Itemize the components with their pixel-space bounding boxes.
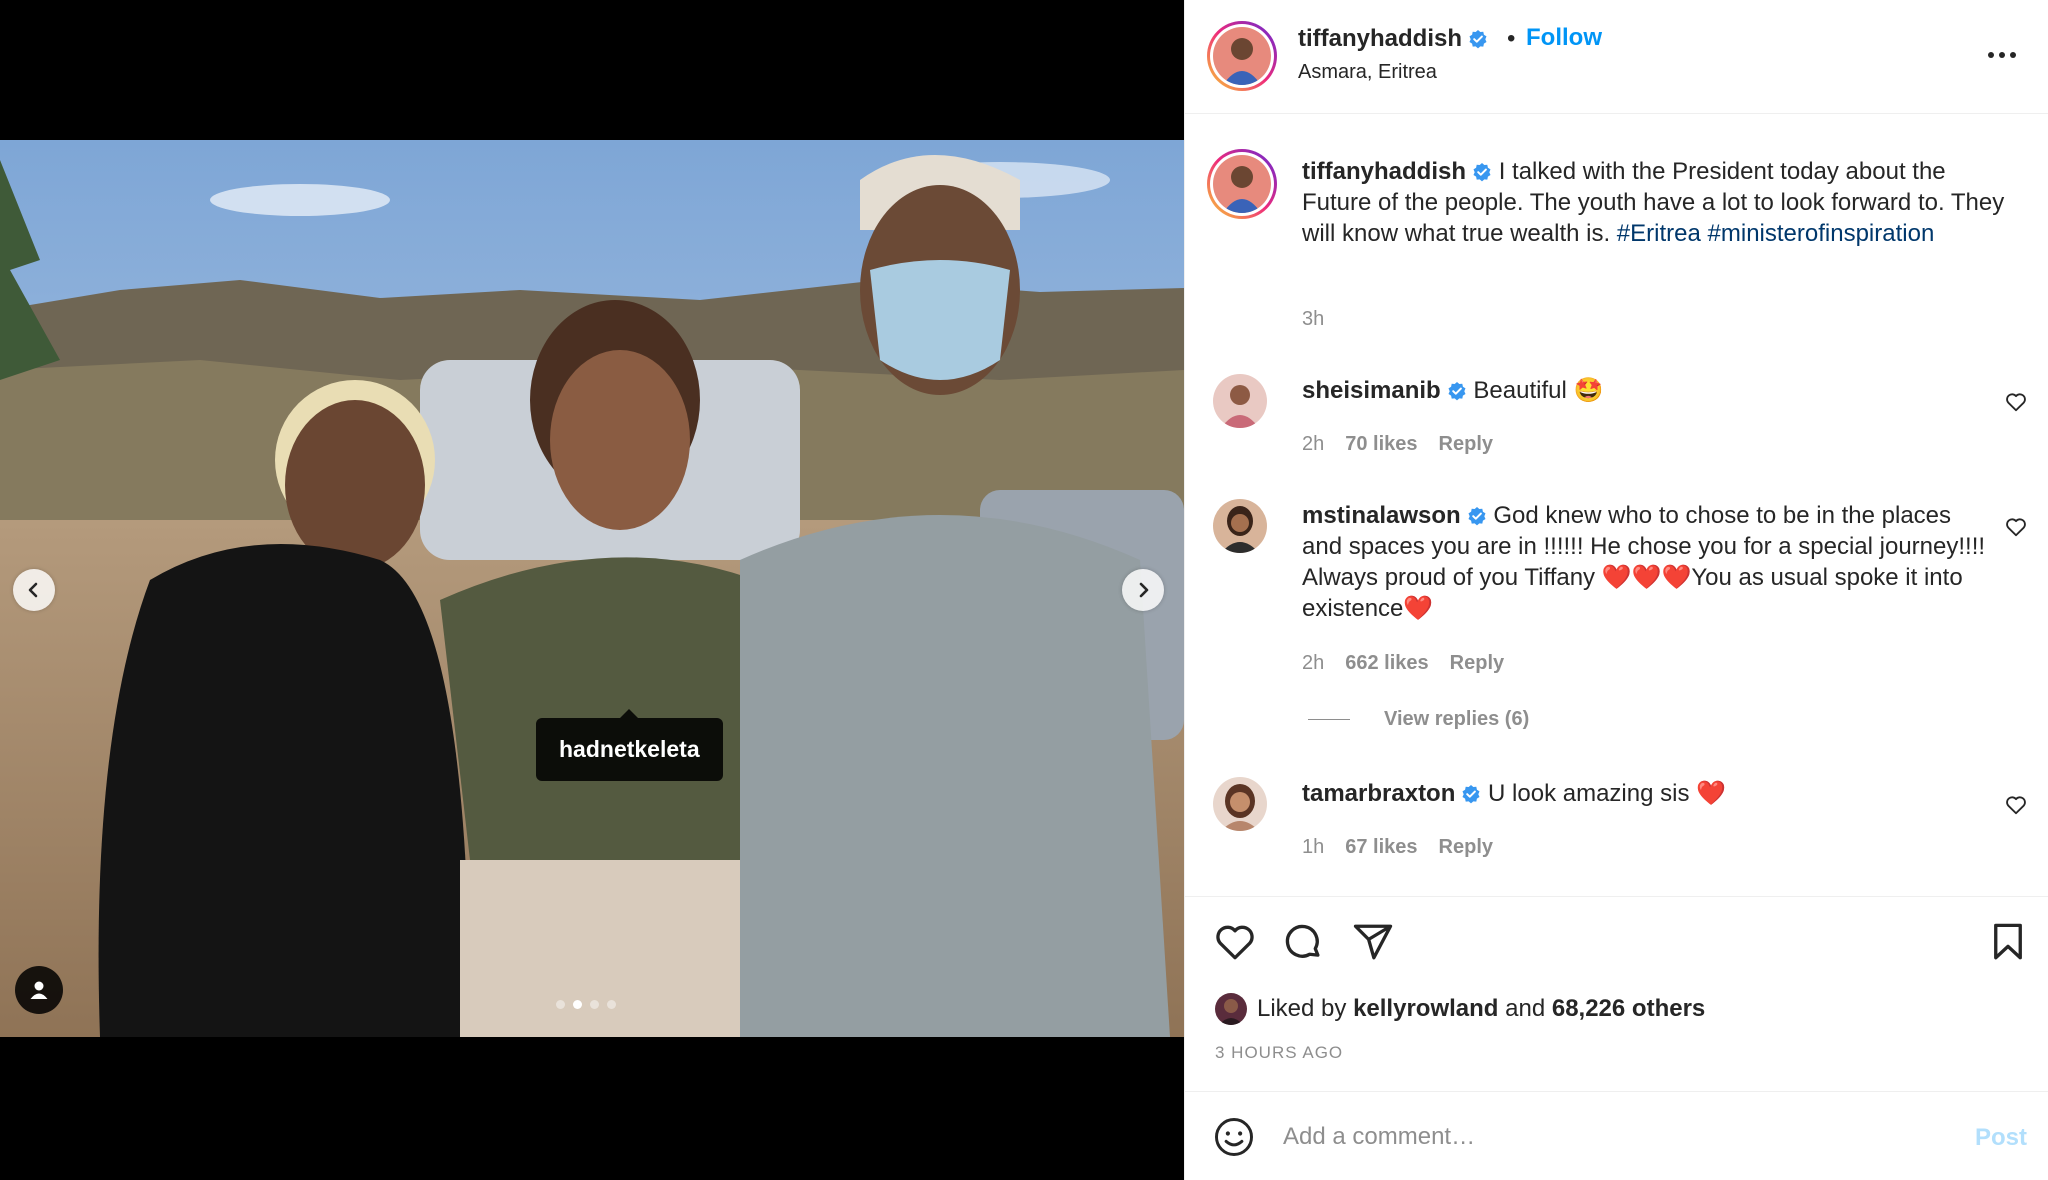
carousel-indicator [556,1000,616,1009]
liked-by-user[interactable]: kellyrowland [1353,995,1498,1023]
comment-text: Beautiful 🤩 [1473,377,1604,404]
photo-user-tag[interactable]: hadnetkeleta [536,709,723,781]
comment-username[interactable]: tamarbraxton [1302,780,1455,807]
verified-badge-icon [1469,30,1487,49]
comment-username[interactable]: mstinalawson [1302,502,1461,529]
comment-text: U look amazing sis ❤️ [1488,780,1727,807]
verified-badge-icon [1473,163,1491,182]
caption-meta: 3h [1302,308,1324,331]
previous-photo-button[interactable] [13,569,55,611]
media-pane: hadnetkeleta [0,0,1184,1180]
author-username[interactable]: tiffanyhaddish [1298,25,1488,53]
comments-list: tiffanyhaddish I talked with the Preside… [1185,114,2048,896]
caption-time[interactable]: 3h [1302,308,1324,331]
comment-time[interactable]: 1h [1302,836,1324,859]
comment-input[interactable] [1283,1112,1883,1162]
comment-meta: 2h 70 likes Reply [1302,433,1493,456]
carousel-dot [590,1000,599,1009]
comment-likes[interactable]: 67 likes [1345,836,1417,859]
reply-button[interactable]: Reply [1439,433,1493,456]
comment-avatar[interactable] [1213,499,1267,553]
heart-icon[interactable] [1214,921,1256,963]
view-replies-button[interactable]: View replies (6) [1308,708,1529,731]
comment-time[interactable]: 2h [1302,652,1324,675]
liked-by-and: and [1505,995,1546,1022]
reply-button[interactable]: Reply [1450,652,1504,675]
carousel-dot [556,1000,565,1009]
comment-text-block: mstinalawson God knew who to chose to be… [1302,500,1992,624]
author-avatar[interactable] [1207,21,1277,91]
verified-badge-icon [1468,507,1486,526]
caption-username[interactable]: tiffanyhaddish [1302,158,1466,185]
author-username-text[interactable]: tiffanyhaddish [1298,25,1462,52]
comment-time[interactable]: 2h [1302,433,1324,456]
carousel-dot-active [573,1000,582,1009]
reply-button[interactable]: Reply [1439,836,1493,859]
liked-by: Liked by kellyrowland and 68,226 others [1215,993,1705,1025]
comment-username[interactable]: sheisimanib [1302,377,1441,404]
more-horizontal-icon[interactable] [1985,40,2019,70]
add-comment-bar: Post [1185,1091,2048,1180]
liker-avatar[interactable] [1215,993,1247,1025]
carousel-dot [607,1000,616,1009]
comment-meta: 1h 67 likes Reply [1302,836,1493,859]
comment-text-block: sheisimanib Beautiful 🤩 [1302,375,1992,406]
separator-dot: • [1507,25,1516,52]
replies-divider-line [1308,719,1350,720]
caption-text-block: tiffanyhaddish I talked with the Preside… [1302,156,2012,249]
post-photo[interactable] [0,140,1184,1037]
next-photo-button[interactable] [1122,569,1164,611]
share-icon[interactable] [1352,921,1394,963]
follow-button[interactable]: Follow [1526,24,1602,52]
post-comment-button[interactable]: Post [1975,1124,2027,1152]
chevron-right-icon [1139,582,1149,598]
emoji-icon[interactable] [1213,1116,1255,1158]
comment-likes[interactable]: 662 likes [1345,652,1428,675]
comment-likes[interactable]: 70 likes [1345,433,1417,456]
likes-count[interactable]: 68,226 others [1552,995,1705,1023]
post-actions: Liked by kellyrowland and 68,226 others … [1185,896,2048,1091]
post-header: tiffanyhaddish • Follow Asmara, Eritrea [1185,0,2048,114]
chevron-left-icon [28,582,38,598]
post-location[interactable]: Asmara, Eritrea [1298,61,1437,84]
view-replies-label[interactable]: View replies (6) [1384,708,1529,731]
post-details-pane: tiffanyhaddish • Follow Asmara, Eritrea … [1184,0,2048,1180]
hashtag-link[interactable]: #ministerofinspiration [1708,220,1935,247]
verified-badge-icon [1448,382,1466,401]
comment-text-block: tamarbraxton U look amazing sis ❤️ [1302,778,1992,809]
verified-badge-icon [1462,785,1480,804]
post-timestamp[interactable]: 3 HOURS AGO [1215,1043,1343,1063]
liked-by-prefix: Liked by [1257,995,1347,1022]
comment-like-heart-icon[interactable] [2005,391,2027,413]
comment-like-heart-icon[interactable] [2005,516,2027,538]
comment-avatar[interactable] [1213,374,1267,428]
bookmark-icon[interactable] [1987,921,2029,963]
user-icon [30,981,48,999]
caption-avatar[interactable] [1207,149,1277,219]
comment-avatar[interactable] [1213,777,1267,831]
comment-meta: 2h 662 likes Reply [1302,652,1504,675]
hashtag-link[interactable]: #Eritrea [1617,220,1701,247]
tagged-users-button[interactable] [15,966,63,1014]
comment-icon[interactable] [1282,921,1324,963]
comment-like-heart-icon[interactable] [2005,794,2027,816]
